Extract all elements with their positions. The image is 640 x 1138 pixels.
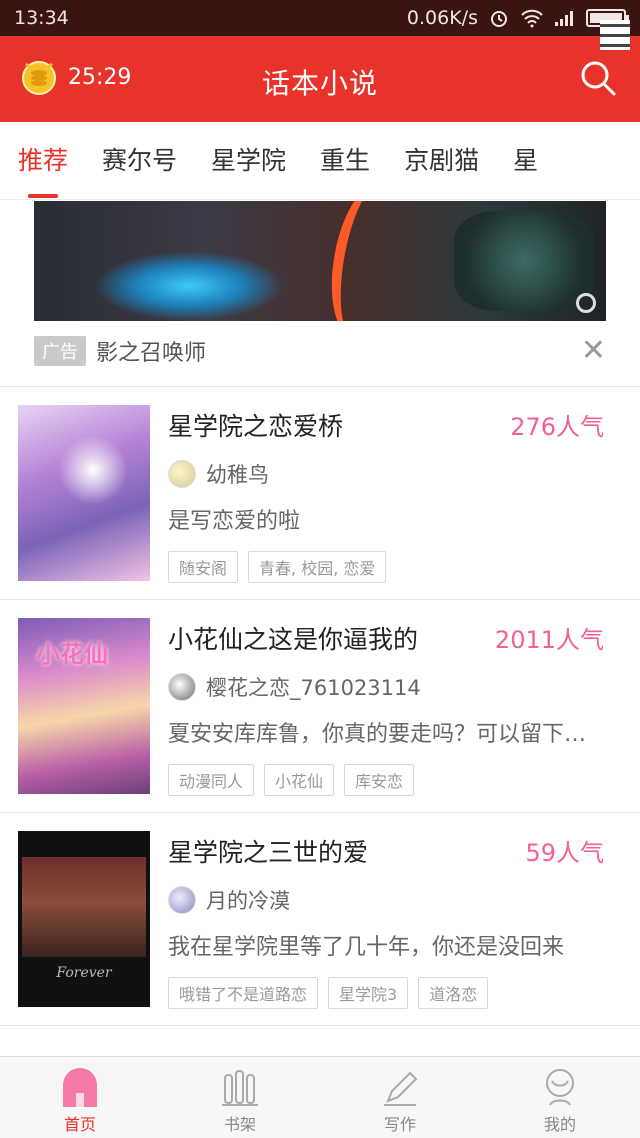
wifi-icon [521,9,543,28]
novel-title: 星学院之三世的爱 [168,838,369,867]
divider [0,1025,640,1026]
cover-caption: Forever [56,965,112,981]
author-name: 幼稚鸟 [206,463,269,487]
author-name: 樱花之恋_761023114 [206,676,421,700]
author-avatar [168,460,196,488]
profile-icon [546,1069,574,1106]
ad-info: 广告 影之召唤师 ✕ [34,334,606,368]
tab-star-academy[interactable]: 星学院 [211,122,286,199]
bookshelf-icon [222,1070,258,1106]
novel-tag[interactable]: 星学院3 [328,977,409,1009]
novel-item[interactable]: 小花仙 小花仙之这是你逼我的 2011人气 樱花之恋_761023114 夏安安… [0,600,640,812]
nav-write[interactable]: 写作 [320,1057,480,1138]
app-title: 话本小说 [261,67,378,100]
novel-title: 星学院之恋爱桥 [168,412,344,441]
ad-refresh-icon [576,293,596,313]
tab-star[interactable]: 星 [513,122,538,199]
novel-popularity: 59人气 [525,839,604,867]
author-name: 月的冷漠 [206,889,290,913]
close-icon[interactable]: ✕ [581,336,606,366]
tab-recommend[interactable]: 推荐 [18,122,68,199]
tab-opera-cat[interactable]: 京剧猫 [404,122,479,199]
novel-tags: 动漫同人 小花仙 库安恋 [168,764,415,796]
nav-home[interactable]: 首页 [0,1057,160,1138]
novel-tag[interactable]: 哦错了不是道路恋 [168,977,319,1009]
tab-rebirth[interactable]: 重生 [320,122,370,199]
bottom-nav: 首页 书架 写作 我的 [0,1056,640,1138]
novel-item[interactable]: Forever 星学院之三世的爱 59人气 月的冷漠 我在星学院里等了几十年，你… [0,813,640,1025]
novel-author: 月的冷漠 [168,885,290,915]
nav-label: 写作 [383,1115,416,1134]
nav-label: 首页 [63,1115,96,1134]
novel-tags: 随安阁 青春, 校园, 恋爱 [168,551,387,583]
novel-author: 幼稚鸟 [168,459,269,489]
novel-summary: 是写恋爱的啦 [168,509,301,534]
novel-tag[interactable]: 道洛恋 [418,977,489,1009]
novel-tag[interactable]: 随安阁 [168,551,239,583]
app-header: 25:29 话本小说 [0,36,640,122]
novel-popularity: 276人气 [510,413,604,441]
ad-badge: 广告 [34,336,86,366]
nav-label: 我的 [543,1115,576,1134]
signal-icon [555,11,573,26]
pen-icon [384,1071,418,1106]
status-indicators: 0.06K/s [406,7,629,29]
novel-cover [18,405,150,581]
novel-cover: 小花仙 [18,618,150,794]
novel-summary: 夏安安库库鲁，你真的要走吗？可以留下来陪我吗 [168,722,608,747]
novel-summary: 我在星学院里等了几十年，你还是没回来 [168,935,565,960]
tab-seer[interactable]: 赛尔号 [102,122,177,199]
ad-title[interactable]: 影之召唤师 [96,335,206,367]
ad-banner-image[interactable] [34,201,606,321]
novel-item[interactable]: 星学院之恋爱桥 276人气 幼稚鸟 是写恋爱的啦 随安阁 青春, 校园, 恋爱 [0,387,640,599]
novel-author: 樱花之恋_761023114 [168,672,421,702]
novel-tag[interactable]: 青春, 校园, 恋爱 [248,551,387,583]
nav-label: 书架 [223,1115,256,1134]
network-speed: 0.06K/s [406,7,478,29]
novel-cover: Forever [18,831,150,1007]
status-bar: 13:34 0.06K/s [0,0,640,36]
novel-tags: 哦错了不是道路恋 星学院3 道洛恋 [168,977,489,1009]
search-icon[interactable] [578,58,618,98]
category-tabs: 推荐 赛尔号 星学院 重生 京剧猫 星 [0,122,640,200]
author-avatar [168,673,196,701]
novel-popularity: 2011人气 [494,626,604,654]
alarm-icon [491,11,507,27]
novel-title: 小花仙之这是你逼我的 [168,625,419,654]
home-icon [63,1068,97,1107]
nav-profile[interactable]: 我的 [480,1057,640,1138]
novel-tag[interactable]: 小花仙 [264,764,335,796]
cover-logo-text: 小花仙 [36,640,108,668]
tabs-menu-icon[interactable] [600,20,630,50]
novel-tag[interactable]: 动漫同人 [168,764,255,796]
novel-tag[interactable]: 库安恋 [344,764,415,796]
status-time: 13:34 [14,7,69,29]
nav-bookshelf[interactable]: 书架 [160,1057,320,1138]
author-avatar [168,886,196,914]
